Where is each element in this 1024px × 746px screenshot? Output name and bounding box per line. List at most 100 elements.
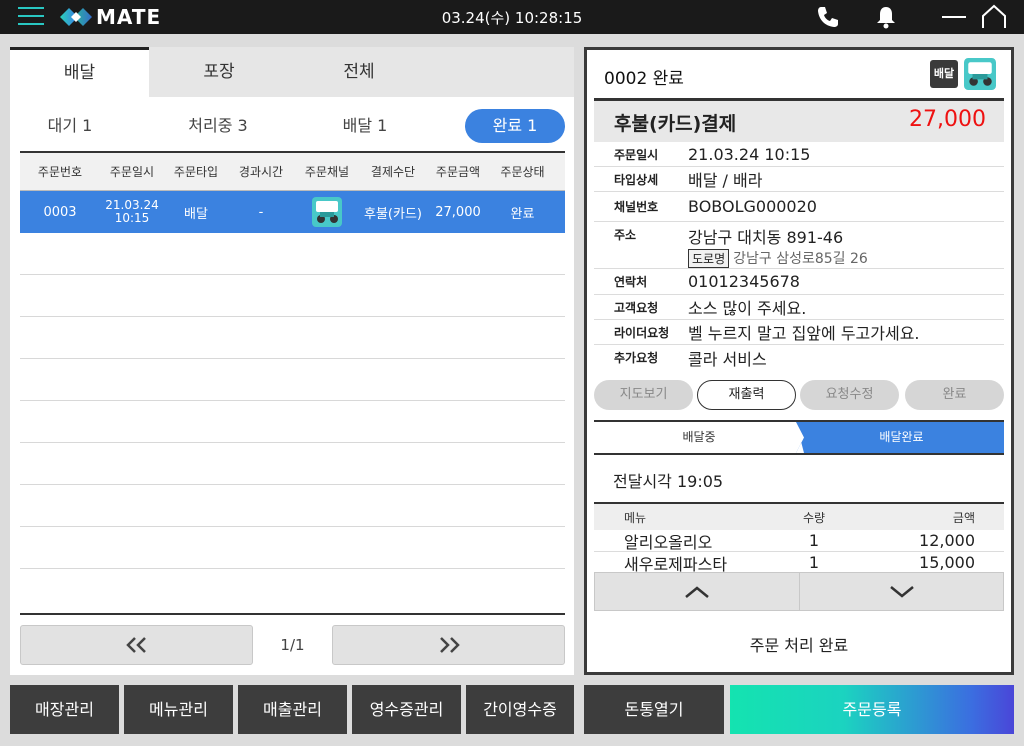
empty-row [20,527,565,569]
menu-header-qty: 수량 [802,510,826,525]
table-row[interactable]: 0003 21.03.24 10:15 배달 - 후불(카드) 27,000 완… [20,191,565,233]
bell-icon[interactable] [873,4,899,30]
order-table: 주문번호 주문일시 주문타입 경과시간 주문채널 결제수단 주문금액 주문상태 … [20,151,565,569]
menu-item-qty: 1 [808,553,820,572]
order-list-panel: 배달 포장 전체 대기 1 처리중 3 배달 1 완료 1 주문번호 주문일시 … [10,47,574,675]
info-value: 소스 많이 주세요. [688,299,807,318]
table-bottom-line [20,613,565,616]
header-order-type: 주문타입 [173,165,219,179]
delivery-progress: 배달중 배달완료 [594,420,1004,455]
cell-order-date: 21.03.24 10:15 [100,199,164,225]
cell-status: 완료 [510,206,535,222]
delivery-time: 전달시각 19:05 [613,472,724,491]
menu-management-button[interactable]: 메뉴관리 [124,685,233,734]
tab-processing[interactable]: 처리중 3 [168,109,268,143]
home-icon[interactable] [981,4,1007,30]
menu-item-name: 알리오올리오 [624,532,713,552]
header-order-no: 주문번호 [37,165,83,179]
info-row: 채널번호 BOBOLG000020 [594,192,1004,222]
tab-delivery[interactable]: 배달 [10,47,149,97]
info-row: 추가요청 콜라 서비스 [594,345,1004,370]
order-info: 주문일시 21.03.24 10:15 타입상세 배달 / 배라 채널번호 BO… [594,142,1004,370]
info-row: 라이더요청 벨 누르지 말고 집앞에 두고가세요. [594,320,1004,345]
datetime: 03.24(수) 10:28:15 [441,9,583,27]
page-indicator: 1/1 [280,636,305,654]
header-status: 주문상태 [500,165,545,179]
status-tabs: 대기 1 처리중 3 배달 1 완료 1 [10,97,574,151]
info-key: 라이더요청 [614,325,670,340]
info-row-address: 주소 강남구 대치동 891-46 도로명 강남구 삼성로85길 26 [594,222,1004,269]
road-address: 강남구 삼성로85길 26 [733,251,868,267]
info-value: BOBOLG000020 [688,197,817,216]
main-tabs: 배달 포장 전체 [10,47,574,97]
empty-row [20,275,565,317]
sales-management-button[interactable]: 매출관리 [238,685,347,734]
register-order-button[interactable]: 주문등록 [730,685,1014,734]
cell-payment: 후불(카드) [364,206,422,222]
top-bar: MATE 03.24(수) 10:28:15 [0,0,1024,34]
tab-waiting[interactable]: 대기 1 [20,109,120,143]
receipt-management-button[interactable]: 영수증관리 [352,685,461,734]
info-value: 강남구 대치동 891-46 [688,228,844,247]
info-key: 연락처 [614,275,648,289]
edit-request-button[interactable]: 요청수정 [800,380,899,410]
tab-all[interactable]: 전체 [289,47,429,97]
step-delivering: 배달중 [682,430,716,444]
cell-order-type: 배달 [184,206,208,222]
menu-item-qty: 1 [808,531,820,550]
store-management-button[interactable]: 매장관리 [10,685,119,734]
simple-receipt-button[interactable]: 간이영수증 [466,685,574,734]
scroll-up-button[interactable] [595,573,799,610]
tab-completed[interactable]: 완료 1 [465,109,565,143]
menu-item-row: 알리오올리오 1 12,000 [594,530,1004,552]
cell-amount: 27,000 [435,204,481,220]
double-chevron-right-icon [439,637,460,653]
order-status-message: 주문 처리 완료 [749,636,849,655]
info-value: 01012345678 [688,272,800,291]
empty-row [20,359,565,401]
payment-method: 후불(카드)결제 [614,113,737,135]
cell-channel [294,197,360,227]
info-value: 21.03.24 10:15 [688,144,811,164]
next-page-button[interactable] [332,625,565,665]
menu-item-price: 12,000 [919,531,975,550]
info-row: 고객요청 소스 많이 주세요. [594,295,1004,320]
scroll-down-button[interactable] [800,573,1004,610]
menu-item-name: 새우로제파스타 [624,554,728,573]
payment-summary: 후불(카드)결제 27,000 [594,98,1004,142]
empty-row [20,401,565,443]
phone-icon[interactable] [815,4,841,30]
menu-item-row: 새우로제파스타 1 15,000 [594,552,1004,572]
menu-header-price: 금액 [952,510,975,525]
prev-page-button[interactable] [20,625,253,665]
road-tag: 도로명 [688,249,730,268]
reprint-button[interactable]: 재출력 [697,380,796,410]
menu-header-name: 메뉴 [624,510,647,525]
view-map-button[interactable]: 지도보기 [594,380,693,410]
menu-scroll-buttons [594,572,1004,611]
menu-table: 메뉴 수량 금액 알리오올리오 1 12,000 새우로제파스타 1 15,00… [594,502,1004,572]
info-row: 타입상세 배달 / 배라 [594,167,1004,192]
header-amount: 주문금액 [435,165,481,179]
open-cash-drawer-button[interactable]: 돈통열기 [584,685,724,734]
empty-row [20,485,565,527]
tab-delivering[interactable]: 배달 1 [315,109,415,143]
baemin-logo-icon [964,58,996,90]
tab-takeout[interactable]: 포장 [149,47,289,97]
info-key: 주소 [614,228,637,242]
complete-button[interactable]: 완료 [905,380,1004,410]
header-order-date: 주문일시 [109,165,155,179]
baemin-logo-icon [312,197,342,227]
empty-row [20,317,565,359]
double-chevron-left-icon [125,637,146,653]
header-elapsed: 경과시간 [238,165,284,179]
chevron-down-icon [890,585,914,598]
menu-item-price: 15,000 [919,553,975,572]
info-value: 배달 / 배라 [688,171,763,190]
info-row: 연락처 01012345678 [594,269,1004,295]
menu-table-header: 메뉴 수량 금액 [594,502,1004,530]
info-key: 추가요청 [614,351,659,365]
address-block: 강남구 대치동 891-46 도로명 강남구 삼성로85길 26 [688,224,868,268]
minimize-icon[interactable] [941,4,967,30]
empty-row [20,233,565,275]
